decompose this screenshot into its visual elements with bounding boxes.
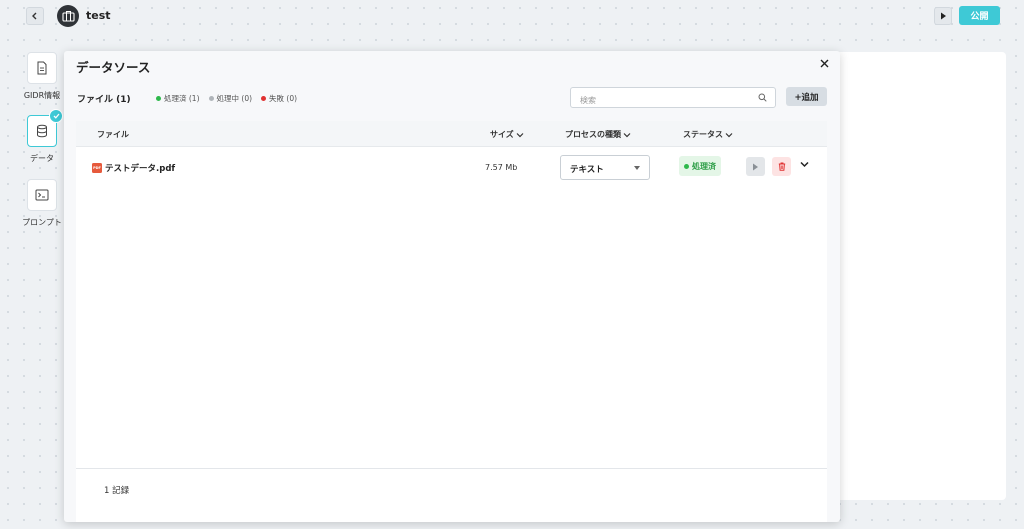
status-label: 処理済 (692, 161, 716, 171)
legend-failed: 失敗 (0) (261, 93, 297, 104)
status-legend: 処理済 (1) 処理中 (0) 失敗 (0) (156, 93, 297, 104)
terminal-icon (35, 189, 49, 201)
rail-icon-box (27, 179, 57, 211)
gray-dot-icon (208, 96, 214, 101)
database-icon (37, 124, 47, 138)
process-type-value: テキスト (570, 165, 604, 175)
rail-item-gidr-info[interactable]: GIDR情報 (18, 52, 66, 101)
column-header-size[interactable]: サイズ (490, 129, 524, 140)
file-name[interactable]: テストデータ.pdf (105, 162, 175, 174)
table-footer: 1 記録 (76, 468, 827, 522)
legend-label: 処理中 (0) (216, 94, 253, 103)
document-icon (37, 61, 47, 75)
table-header: ファイル サイズ プロセスの種類 ステータス (76, 121, 827, 147)
legend-label: 失敗 (0) (269, 94, 298, 103)
play-icon (753, 163, 758, 170)
chevron-down-icon (516, 132, 524, 137)
red-dot-icon (261, 96, 267, 101)
search-field (570, 87, 776, 110)
column-header-status[interactable]: ステータス (683, 129, 733, 140)
top-bar: test 公開 (0, 0, 1024, 32)
chevron-down-icon (800, 161, 809, 168)
run-row-button[interactable] (746, 157, 765, 176)
legend-label: 処理済 (1) (164, 94, 200, 103)
rail-item-label: プロンプト (22, 218, 62, 227)
search-icon[interactable] (758, 93, 767, 102)
column-label: プロセスの種類 (565, 130, 621, 139)
close-icon (820, 59, 829, 68)
column-label: ステータス (683, 130, 723, 139)
run-button[interactable] (934, 7, 952, 25)
file-size: 7.57 Mb (485, 163, 518, 172)
trash-icon (778, 162, 785, 171)
modal-title: データソース (76, 60, 151, 75)
completed-check-badge (49, 109, 63, 123)
green-dot-icon (156, 96, 161, 101)
rail-icon-box (27, 109, 63, 147)
rail-item-data[interactable]: データ (18, 109, 66, 164)
column-label: サイズ (490, 130, 514, 139)
legend-processing: 処理中 (0) (208, 93, 253, 104)
pdf-file-icon: PDF (92, 163, 102, 173)
files-table: ファイル サイズ プロセスの種類 ステータス PDF テストデータ.pdf 7.… (76, 121, 827, 468)
delete-row-button[interactable] (772, 157, 791, 176)
caret-down-icon (634, 166, 640, 170)
green-dot-icon (684, 163, 689, 169)
publish-button[interactable]: 公開 (959, 6, 1000, 25)
app-title: test (86, 9, 111, 22)
data-source-modal: データソース ファイル (1) 処理済 (1) 処理中 (0) 失敗 (0) +… (64, 51, 840, 522)
file-count-label: ファイル (1) (77, 95, 131, 105)
column-header-file: ファイル (97, 129, 129, 140)
check-icon (53, 113, 59, 119)
process-type-select[interactable]: テキスト (560, 155, 650, 180)
app-logo (57, 5, 79, 27)
play-icon (940, 12, 946, 20)
canvas-panel (832, 52, 1006, 500)
legend-processed: 処理済 (1) (156, 93, 200, 104)
rail-icon-box (27, 52, 57, 84)
rail-item-label: GIDR情報 (23, 91, 61, 100)
chevron-left-icon (32, 12, 37, 20)
column-header-process-type[interactable]: プロセスの種類 (565, 129, 631, 140)
close-button[interactable] (820, 56, 829, 72)
expand-row-button[interactable] (800, 161, 809, 171)
search-input[interactable] (571, 91, 741, 110)
add-button[interactable]: +追加 (786, 87, 827, 106)
briefcase-icon (61, 10, 75, 22)
status-badge: 処理済 (679, 156, 721, 176)
chevron-down-icon (725, 132, 733, 137)
back-button[interactable] (26, 7, 44, 25)
column-label: ファイル (97, 130, 129, 139)
chevron-down-icon (623, 132, 631, 137)
rail-item-label: データ (30, 154, 54, 163)
record-count: 1 記録 (104, 486, 130, 496)
rail-item-prompt[interactable]: プロンプト (18, 179, 66, 228)
table-row: PDF テストデータ.pdf 7.57 Mb テキスト 処理済 (76, 147, 827, 187)
